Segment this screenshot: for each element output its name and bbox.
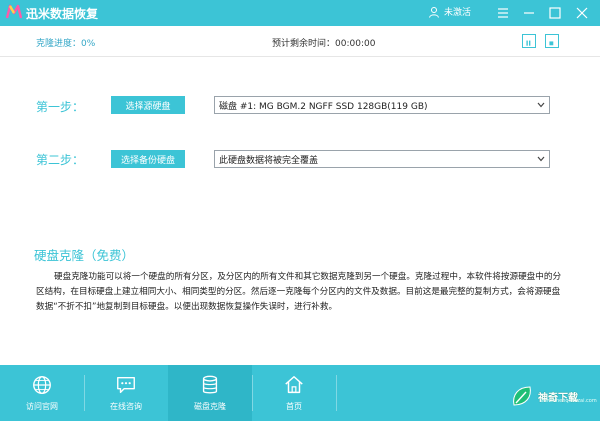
backup-disk-select[interactable]: 此硬盘数据将被完全覆盖: [214, 150, 550, 168]
chat-icon: [117, 376, 135, 394]
remaining-time-value: 00:00:00: [335, 39, 376, 49]
minimize-icon[interactable]: [520, 4, 538, 22]
section-description: 硬盘克隆功能可以将一个硬盘的所有分区，及分区内的所有文件和其它数据克隆到另一个硬…: [36, 272, 562, 312]
pause-button[interactable]: [522, 34, 536, 48]
select-source-disk-button[interactable]: 选择源硬盘: [111, 96, 185, 114]
app-title: 迅米数据恢复: [26, 7, 99, 21]
nav-divider: [336, 375, 337, 411]
watermark: 神奇下载 www.shenqixiazai.com: [510, 385, 597, 407]
nav-home[interactable]: 首页: [252, 365, 336, 421]
chevron-down-icon: [537, 102, 545, 108]
nav-label: 磁盘克隆: [194, 402, 226, 411]
home-icon: [285, 376, 303, 394]
nav-label: 在线咨询: [110, 402, 142, 411]
maximize-icon[interactable]: [546, 4, 564, 22]
user-label: 未激活: [444, 8, 472, 18]
backup-disk-value: 此硬盘数据将被完全覆盖: [219, 155, 319, 166]
stop-icon: [549, 41, 554, 46]
section-title: 硬盘克隆（免费）: [34, 248, 135, 263]
watermark-logo-icon: [513, 386, 531, 406]
menu-icon[interactable]: [494, 4, 512, 22]
status-bar: 克隆进度：0% 预计剩余时间：00:00:00: [0, 26, 600, 57]
nav-online-consult[interactable]: 在线咨询: [84, 365, 168, 421]
globe-icon: [33, 376, 51, 394]
clone-progress: 克隆进度：0%: [36, 39, 96, 49]
app-logo-icon: [6, 4, 22, 19]
watermark-url: www.shenqixiazai.com: [540, 398, 597, 404]
source-disk-value: 磁盘 #1: MG BGM.2 NGFF SSD 128GB(119 GB): [219, 101, 428, 112]
nav-label: 访问官网: [26, 402, 58, 411]
select-backup-disk-button[interactable]: 选择备份硬盘: [111, 150, 185, 168]
user-account[interactable]: 未激活: [428, 5, 471, 18]
nav-visit-website[interactable]: 访问官网: [0, 365, 84, 421]
source-disk-select[interactable]: 磁盘 #1: MG BGM.2 NGFF SSD 128GB(119 GB): [214, 96, 550, 114]
close-icon[interactable]: [573, 4, 591, 22]
database-icon: [202, 375, 218, 394]
step1-label: 第一步：: [36, 100, 85, 114]
step2-label: 第二步：: [36, 153, 85, 167]
remaining-time-label: 预计剩余时间：: [272, 39, 336, 49]
chevron-down-icon: [537, 156, 545, 162]
user-icon: [429, 6, 439, 18]
pause-icon: [526, 40, 531, 46]
stop-button[interactable]: [545, 34, 559, 48]
title-bar: 迅米数据恢复 未激活: [0, 0, 600, 26]
nav-label: 首页: [286, 402, 302, 411]
nav-disk-clone[interactable]: 磁盘克隆: [168, 365, 252, 421]
remaining-time: 预计剩余时间：00:00:00: [272, 36, 375, 49]
